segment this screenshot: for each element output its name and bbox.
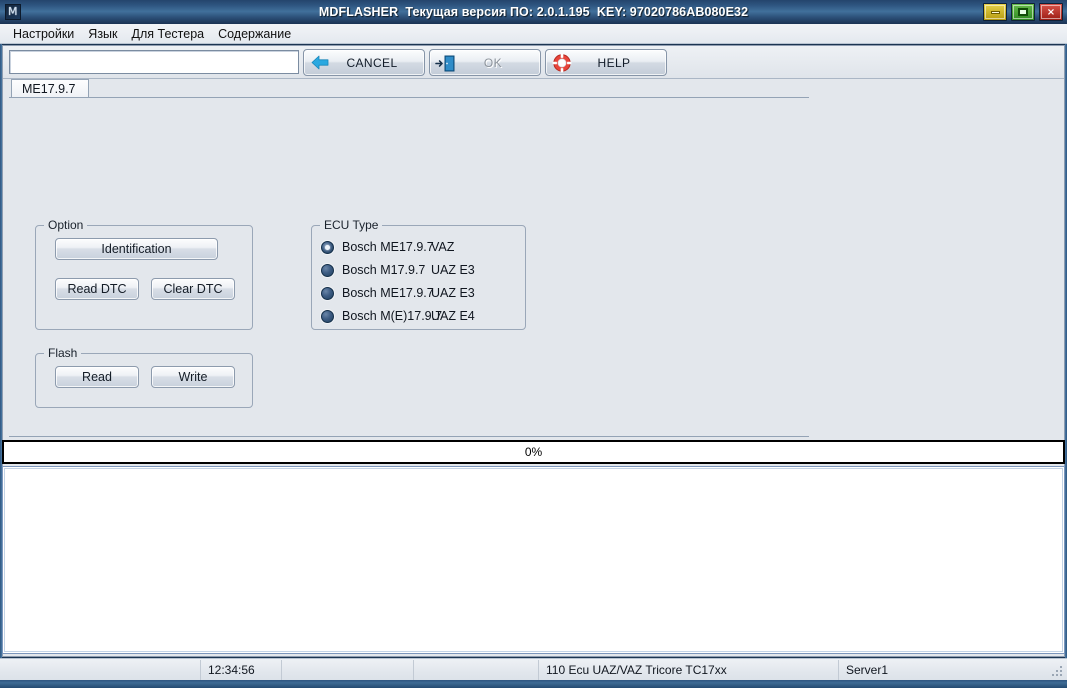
radio-dot-icon [321,310,334,323]
menu-bar: Настройки Язык Для Тестера Содержание [0,24,1067,44]
tab-me1797[interactable]: ME17.9.7 [11,79,89,98]
cancel-button[interactable]: CANCEL [303,49,425,76]
status-cell-time: 12:34:56 [200,660,281,680]
help-button-label: HELP [576,56,666,70]
clear-dtc-button[interactable]: Clear DTC [151,278,235,300]
menu-item-settings[interactable]: Настройки [6,25,81,43]
status-cell-0 [0,660,200,680]
ecu-radio-bosch-me1797-uaz-e4[interactable]: Bosch M(E)17.9.7 UAZ E4 [321,307,442,325]
window-controls: × [983,3,1063,21]
ecu-radio-variant: UAZ E3 [431,286,475,300]
exit-door-icon [434,52,460,74]
status-bar: 12:34:56 110 Ecu UAZ/VAZ Tricore TC17xx … [0,658,1067,680]
window-title: MDFLASHER Текущая версия ПО: 2.0.1.195 K… [0,0,1067,24]
read-dtc-button[interactable]: Read DTC [55,278,139,300]
ecu-radio-variant: UAZ E4 [431,309,475,323]
resize-grip-icon[interactable] [1052,666,1064,678]
application-window: M MDFLASHER Текущая версия ПО: 2.0.1.195… [0,0,1067,688]
toolbar: CANCEL OK [3,46,1064,79]
radio-dot-icon [321,287,334,300]
tab-page-bottom-divider [9,436,809,437]
ecu-type-group-caption: ECU Type [320,218,382,232]
ecu-radio-bosch-m1797-uaz-e3[interactable]: Bosch M17.9.7 UAZ E3 [321,261,425,279]
flash-write-button[interactable]: Write [151,366,235,388]
back-arrow-icon [308,52,334,74]
status-cell-2 [281,660,413,680]
flash-read-button[interactable]: Read [55,366,139,388]
flash-group: Flash Read Write [35,346,253,408]
ok-button-label: OK [460,56,540,70]
window-border-bottom [0,680,1067,688]
maximize-button[interactable] [1011,3,1035,21]
tab-page-me1797: Option Identification Read DTC Clear DTC… [9,98,809,436]
menu-item-contents[interactable]: Содержание [211,25,298,43]
radio-dot-icon [321,241,334,254]
ecu-radio-bosch-me1797-vaz[interactable]: Bosch ME17.9.7 VAZ [321,238,434,256]
radio-dot-icon [321,264,334,277]
status-cell-server: Server1 [838,660,1067,680]
minimize-icon [991,11,1000,14]
progress-bar-label: 0% [4,442,1063,462]
maximize-icon [1018,8,1028,16]
ecu-radio-label: Bosch M17.9.7 [342,263,425,277]
identification-button[interactable]: Identification [55,238,218,260]
tab-strip: ME17.9.7 [9,79,809,98]
ecu-radio-variant: VAZ [431,240,454,254]
ecu-radio-label: Bosch ME17.9.7 [342,286,434,300]
close-button[interactable]: × [1039,3,1063,21]
ok-button[interactable]: OK [429,49,541,76]
ecu-radio-label: Bosch ME17.9.7 [342,240,434,254]
status-cell-device: 110 Ecu UAZ/VAZ Tricore TC17xx [538,660,838,680]
ecu-radio-variant: UAZ E3 [431,263,475,277]
menu-item-for-tester[interactable]: Для Тестера [125,25,212,43]
option-group-caption: Option [44,218,87,232]
flash-group-caption: Flash [44,346,81,360]
help-button[interactable]: HELP [545,49,667,76]
ecu-radio-label: Bosch M(E)17.9.7 [342,309,442,323]
progress-bar: 0% [2,440,1065,464]
title-bar: M MDFLASHER Текущая версия ПО: 2.0.1.195… [0,0,1067,25]
ecu-radio-bosch-me1797-uaz-e3[interactable]: Bosch ME17.9.7 UAZ E3 [321,284,434,302]
status-cell-3 [413,660,538,680]
menu-item-language[interactable]: Язык [81,25,124,43]
ecu-type-group: ECU Type Bosch ME17.9.7 VAZ Bosch M17.9.… [311,218,526,330]
log-output[interactable] [2,466,1065,654]
lifebuoy-icon [550,52,576,74]
cancel-button-label: CANCEL [334,56,424,70]
minimize-button[interactable] [983,3,1007,21]
close-icon: × [1047,7,1055,18]
option-group: Option Identification Read DTC Clear DTC [35,218,253,330]
command-input[interactable] [9,50,299,74]
